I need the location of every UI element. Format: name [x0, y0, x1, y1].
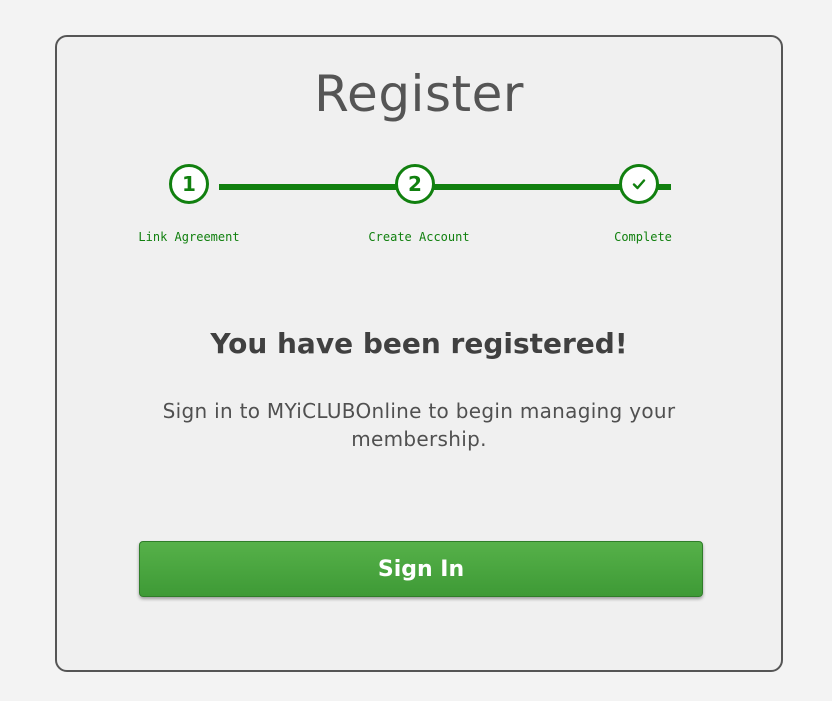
stepper-track [219, 184, 671, 190]
checkmark-icon [632, 179, 646, 190]
step-1-label: Link Agreement [138, 230, 240, 244]
step-3-circle [619, 164, 659, 204]
step-2-circle: 2 [395, 164, 435, 204]
step-1-circle: 1 [169, 164, 209, 204]
sign-in-button[interactable]: Sign In [139, 541, 703, 597]
success-message: Sign in to MYiCLUBOnline to begin managi… [162, 399, 676, 451]
success-headline: You have been registered! [210, 327, 628, 360]
step-3-label: Complete [614, 230, 672, 244]
progress-stepper: 1 2 Link Agreement Create Account Comple… [57, 37, 785, 267]
register-card: Register 1 2 Link Agreement Create Accou… [55, 35, 783, 672]
step-2-label: Create Account [368, 230, 470, 244]
